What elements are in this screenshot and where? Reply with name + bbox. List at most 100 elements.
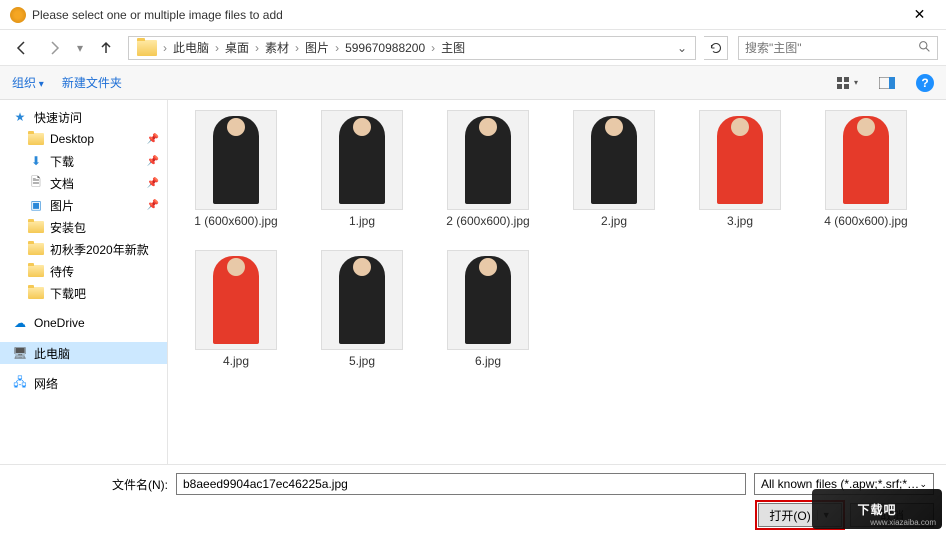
chevron-right-icon: › (161, 41, 169, 55)
sidebar-autumn[interactable]: 初秋季2020年新款 (0, 238, 167, 260)
file-item[interactable]: 2 (600x600).jpg (438, 110, 538, 228)
breadcrumb-dropdown[interactable]: ⌄ (673, 41, 691, 55)
open-button-label: 打开(O) (769, 507, 810, 524)
view-icons-button[interactable]: ▾ (836, 72, 858, 94)
filename-input[interactable] (176, 473, 746, 495)
star-icon: ★ (12, 109, 28, 125)
new-folder-button[interactable]: 新建文件夹 (62, 74, 122, 91)
sidebar-quick-access[interactable]: ★ 快速访问 (0, 106, 167, 128)
sidebar-item-label: 快速访问 (34, 109, 82, 126)
chevron-right-icon: › (429, 41, 437, 55)
sidebar-downloads[interactable]: ⬇ 下载 📌 (0, 150, 167, 172)
help-button[interactable]: ? (916, 74, 934, 92)
file-name: 4.jpg (223, 354, 249, 368)
back-button[interactable] (8, 34, 36, 62)
sidebar-item-label: 文档 (50, 175, 74, 192)
chevron-right-icon: › (253, 41, 261, 55)
breadcrumb-item[interactable]: 素材 (261, 39, 293, 56)
file-thumbnail (447, 110, 529, 210)
search-input[interactable] (745, 41, 918, 55)
file-item[interactable]: 3.jpg (690, 110, 790, 228)
file-name: 1 (600x600).jpg (194, 214, 277, 228)
file-name: 1.jpg (349, 214, 375, 228)
sidebar-desktop[interactable]: Desktop 📌 (0, 128, 167, 150)
file-item[interactable]: 2.jpg (564, 110, 664, 228)
file-item[interactable]: 1 (600x600).jpg (186, 110, 286, 228)
close-button[interactable]: ✕ (897, 0, 942, 30)
file-name: 5.jpg (349, 354, 375, 368)
folder-icon (28, 221, 44, 233)
sidebar: ★ 快速访问 Desktop 📌 ⬇ 下载 📌 🗎 文档 📌 ▣ 图片 📌 安装… (0, 100, 168, 464)
breadcrumb-item[interactable]: 此电脑 (169, 39, 213, 56)
sidebar-network[interactable]: 🖧 网络 (0, 372, 167, 394)
breadcrumb-item[interactable]: 桌面 (221, 39, 253, 56)
sidebar-documents[interactable]: 🗎 文档 📌 (0, 172, 167, 194)
file-item[interactable]: 1.jpg (312, 110, 412, 228)
chevron-right-icon: › (213, 41, 221, 55)
chevron-right-icon: › (333, 41, 341, 55)
document-icon: 🗎 (28, 175, 44, 191)
sidebar-item-label: 网络 (34, 375, 58, 392)
file-grid: 1 (600x600).jpg 1.jpg 2 (600x600).jpg 2.jpg… (168, 100, 946, 464)
breadcrumb-item[interactable]: 599670988200 (341, 41, 429, 55)
pc-icon: 🖥 (12, 345, 28, 361)
search-icon[interactable] (918, 40, 931, 56)
file-thumbnail (825, 110, 907, 210)
pin-icon: 📌 (147, 200, 159, 211)
pin-icon: 📌 (147, 134, 159, 145)
network-icon: 🖧 (12, 375, 28, 391)
sidebar-item-label: OneDrive (34, 316, 85, 330)
file-name: 3.jpg (727, 214, 753, 228)
sidebar-item-label: 初秋季2020年新款 (50, 241, 149, 258)
folder-icon (137, 40, 157, 56)
pin-icon: 📌 (147, 156, 159, 167)
sidebar-pending[interactable]: 待传 (0, 260, 167, 282)
watermark-sub: www.xiazaiba.com (870, 518, 936, 527)
preview-pane-button[interactable] (876, 72, 898, 94)
file-item[interactable]: 5.jpg (312, 250, 412, 368)
file-name: 4 (600x600).jpg (824, 214, 907, 228)
breadcrumb-item[interactable]: 主图 (437, 39, 469, 56)
breadcrumb-item[interactable]: 图片 (301, 39, 333, 56)
organize-menu[interactable]: 组织 (12, 74, 44, 91)
sidebar-pkg[interactable]: 安装包 (0, 216, 167, 238)
file-thumbnail (447, 250, 529, 350)
file-item[interactable]: 6.jpg (438, 250, 538, 368)
refresh-button[interactable] (704, 36, 728, 60)
watermark-text: 下载吧 (857, 501, 896, 518)
breadcrumb[interactable]: › 此电脑 › 桌面 › 素材 › 图片 › 599670988200 › 主图… (128, 36, 696, 60)
folder-icon (28, 243, 44, 255)
recent-dropdown[interactable]: ▾ (72, 34, 88, 62)
file-name: 2.jpg (601, 214, 627, 228)
file-item[interactable]: 4 (600x600).jpg (816, 110, 916, 228)
window-title: Please select one or multiple image file… (32, 8, 897, 22)
file-name: 6.jpg (475, 354, 501, 368)
sidebar-this-pc[interactable]: 🖥 此电脑 (0, 342, 167, 364)
file-thumbnail (195, 250, 277, 350)
titlebar: Please select one or multiple image file… (0, 0, 946, 30)
cloud-icon: ☁ (12, 315, 28, 331)
sidebar-item-label: 下载 (50, 153, 74, 170)
file-thumbnail (321, 250, 403, 350)
sidebar-item-label: 此电脑 (34, 345, 70, 362)
up-button[interactable] (92, 34, 120, 62)
file-thumbnail (573, 110, 655, 210)
download-icon: ⬇ (28, 153, 44, 169)
sidebar-item-label: 下载吧 (50, 285, 86, 302)
folder-icon (28, 287, 44, 299)
forward-button[interactable] (40, 34, 68, 62)
sidebar-pictures[interactable]: ▣ 图片 📌 (0, 194, 167, 216)
picture-icon: ▣ (28, 197, 44, 213)
folder-icon (28, 265, 44, 277)
filename-label: 文件名(N): (112, 476, 168, 493)
sidebar-item-label: 待传 (50, 263, 74, 280)
toolbar: 组织 新建文件夹 ▾ ? (0, 66, 946, 100)
file-item[interactable]: 4.jpg (186, 250, 286, 368)
sidebar-item-label: Desktop (50, 132, 94, 146)
nav-bar: ▾ › 此电脑 › 桌面 › 素材 › 图片 › 599670988200 › … (0, 30, 946, 66)
sidebar-dlbar[interactable]: 下载吧 (0, 282, 167, 304)
sidebar-onedrive[interactable]: ☁ OneDrive (0, 312, 167, 334)
folder-icon (28, 133, 44, 145)
chevron-down-icon: ⌄ (919, 479, 927, 490)
search-box[interactable] (738, 36, 938, 60)
